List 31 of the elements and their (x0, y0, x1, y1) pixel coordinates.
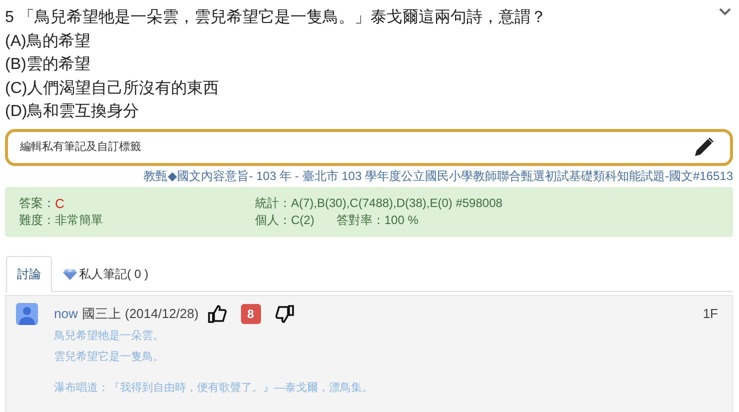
floor-number: 1F (702, 306, 718, 321)
answer-label: 答案： (19, 194, 55, 212)
question-text: 5 「鳥兒希望牠是一朵雲，雲兒希望它是一隻鳥。」泰戈爾這兩句詩，意謂？ (5, 8, 546, 28)
note-field[interactable]: 編輯私有筆記及自訂標籤 (5, 128, 733, 166)
comment-text: 雲兒希望它是一隻鳥。 (54, 350, 165, 364)
user-name[interactable]: now (54, 306, 78, 321)
tab[interactable]: 私人筆記( 0 ) (52, 256, 160, 292)
stats-label: 統計： (255, 194, 291, 212)
answer-option: (C)人們渴望自己所沒有的東西 (5, 76, 733, 100)
difficulty-text: 難度：非常簡單 (19, 212, 104, 228)
grade-label: 國三上 (82, 304, 121, 322)
source-link[interactable]: 教甄◆國文內容意旨- 103 年 - 臺北市 103 學年度公立國民小學教師聯合甄選初試基礎類科知能試題-國文#16513 (144, 168, 733, 184)
gem-icon (63, 269, 77, 280)
like-count: 8 (240, 304, 261, 324)
personal-label: 個人： (255, 212, 291, 228)
pencil-icon[interactable] (693, 136, 715, 158)
thumbs-up-icon[interactable] (206, 304, 227, 324)
answer-value: C (55, 194, 64, 212)
chevron-down-icon[interactable] (719, 8, 731, 16)
answer-option: (B)雲的希望 (5, 53, 733, 76)
answer-option: (A)鳥的希望 (5, 30, 733, 53)
tab[interactable]: 討論 (6, 256, 52, 292)
avatar-icon (16, 302, 38, 324)
comment-date: (2014/12/28) (124, 306, 199, 321)
thumbs-down-icon[interactable] (274, 304, 295, 324)
personal-value: C(2) (291, 212, 314, 228)
answer-option: (D)鳥和雲互換身分 (5, 100, 733, 124)
correct-rate: 答對率：100 % (336, 212, 418, 228)
comment-text: 鳥兒希望牠是一朵雲。 (54, 328, 165, 344)
stats-value: A(7),B(30),C(7488),D(38),E(0) #598008 (291, 194, 502, 212)
comment-text: 瀑布唱道：『我得到自由時，便有歌聲了。』—泰戈爾，漂鳥集。 (54, 380, 374, 396)
